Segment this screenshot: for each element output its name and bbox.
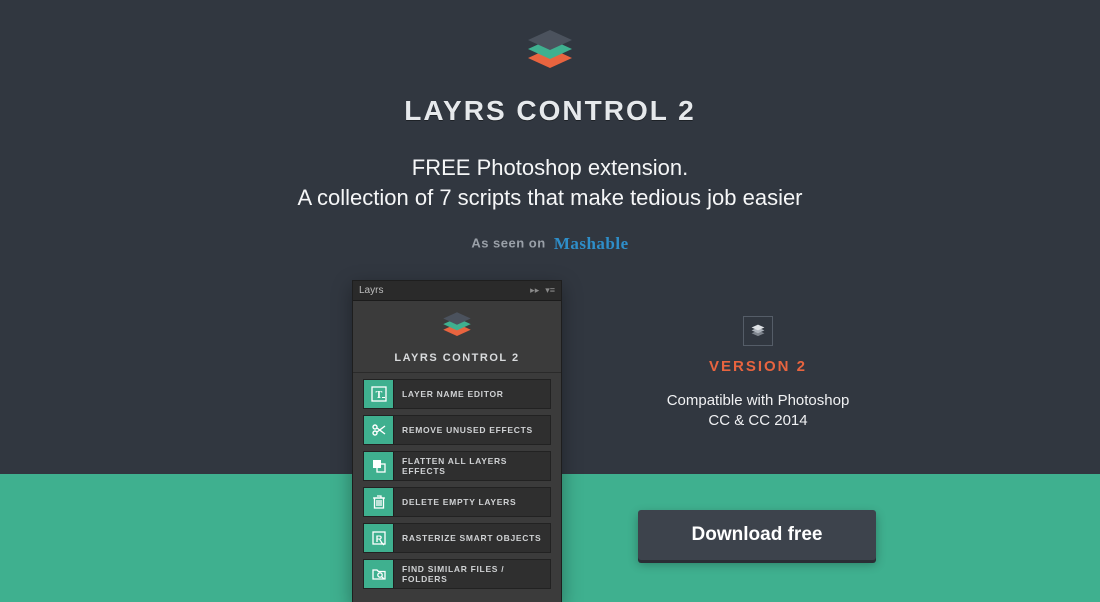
panel-tab-label: Layrs: [359, 285, 383, 296]
text-icon: T: [364, 380, 394, 408]
version-box-icon: [743, 316, 773, 346]
logo-icon: [522, 28, 578, 76]
script-label: REMOVE UNUSED EFFECTS: [394, 425, 550, 435]
scissors-icon: [364, 416, 394, 444]
panel-titlebar: Layrs ▸▸ ▾≡: [353, 281, 561, 301]
script-row-remove-unused-effects[interactable]: REMOVE UNUSED EFFECTS: [363, 415, 551, 445]
panel-title: LAYRS CONTROL 2: [353, 352, 561, 364]
as-seen-on: As seen on Mashable: [0, 234, 1100, 254]
extension-panel: Layrs ▸▸ ▾≡ LAYRS CONTROL 2 T LAYER NAME…: [352, 280, 562, 602]
script-label: DELETE EMPTY LAYERS: [394, 497, 550, 507]
subtitle: FREE Photoshop extension. A collection o…: [0, 153, 1100, 212]
panel-menu-icon[interactable]: ▾≡: [545, 285, 555, 296]
compatibility-text: Compatible with Photoshop CC & CC 2014: [638, 391, 878, 432]
script-label: RASTERIZE SMART OBJECTS: [394, 533, 550, 543]
subtitle-line2: A collection of 7 scripts that make tedi…: [297, 185, 802, 210]
panel-header: LAYRS CONTROL 2: [353, 301, 561, 373]
hero: LAYRS CONTROL 2 FREE Photoshop extension…: [0, 0, 1100, 254]
mashable-link[interactable]: Mashable: [554, 234, 629, 253]
script-label: FIND SIMILAR FILES / FOLDERS: [394, 564, 550, 584]
panel-body: T LAYER NAME EDITOR REMOVE UNUSED EFFECT…: [353, 373, 561, 602]
script-row-find-similar[interactable]: FIND SIMILAR FILES / FOLDERS: [363, 559, 551, 589]
panel-collapse-icon[interactable]: ▸▸: [530, 285, 539, 296]
script-label: FLATTEN ALL LAYERS EFFECTS: [394, 456, 550, 476]
version-block: VERSION 2 Compatible with Photoshop CC &…: [638, 316, 878, 432]
script-row-flatten-layers[interactable]: FLATTEN ALL LAYERS EFFECTS: [363, 451, 551, 481]
panel-logo-icon: [439, 311, 475, 341]
search-folder-icon: [364, 560, 394, 588]
as-seen-prefix: As seen on: [471, 236, 545, 251]
rasterize-icon: R: [364, 524, 394, 552]
trash-icon: [364, 488, 394, 516]
compat-line1: Compatible with Photoshop: [667, 392, 850, 409]
compat-line2: CC & CC 2014: [708, 412, 807, 429]
subtitle-line1: FREE Photoshop extension.: [412, 155, 688, 180]
script-label: LAYER NAME EDITOR: [394, 389, 550, 399]
flatten-icon: [364, 452, 394, 480]
page-title: LAYRS CONTROL 2: [0, 95, 1100, 127]
download-button[interactable]: Download free: [638, 510, 876, 560]
version-label: VERSION 2: [638, 358, 878, 375]
script-row-delete-empty-layers[interactable]: DELETE EMPTY LAYERS: [363, 487, 551, 517]
script-row-rasterize-smart-objects[interactable]: R RASTERIZE SMART OBJECTS: [363, 523, 551, 553]
svg-text:T: T: [375, 390, 382, 401]
script-row-layer-name-editor[interactable]: T LAYER NAME EDITOR: [363, 379, 551, 409]
